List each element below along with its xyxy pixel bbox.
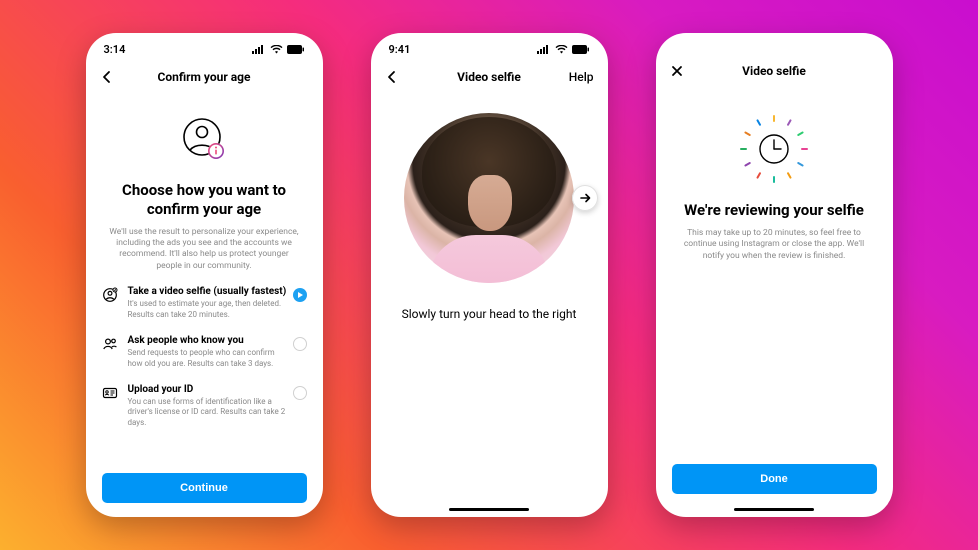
status-bar (656, 33, 893, 53)
nav-title: Video selfie (742, 64, 806, 78)
option-desc: It's used to estimate your age, then del… (128, 299, 289, 321)
id-card-icon (102, 385, 118, 405)
phone-video-selfie-capture: 9:41 Video selfie Help Slowly turn your … (371, 33, 608, 517)
hero-icon (102, 115, 307, 167)
home-indicator[interactable] (734, 508, 814, 512)
radio-unselected[interactable] (293, 337, 307, 351)
help-link[interactable]: Help (569, 70, 594, 84)
back-button[interactable] (100, 70, 114, 84)
turn-right-indicator (572, 185, 598, 211)
option-video-selfie[interactable]: Take a video selfie (usually fastest) It… (102, 286, 307, 321)
home-indicator[interactable] (449, 508, 529, 512)
option-desc: Send requests to people who can confirm … (128, 348, 289, 370)
option-upload-id[interactable]: Upload your ID You can use forms of iden… (102, 384, 307, 429)
person-info-icon (178, 115, 230, 167)
phone-reviewing-selfie: Video selfie We're reviewing your selfie… (656, 33, 893, 517)
page-subtext: This may take up to 20 minutes, so feel … (672, 228, 877, 262)
video-selfie-icon (102, 287, 118, 307)
nav-bar: Video selfie (656, 53, 893, 89)
nav-bar: Confirm your age (86, 59, 323, 95)
battery-icon (572, 45, 590, 54)
done-button[interactable]: Done (672, 464, 877, 494)
instruction-text: Slowly turn your head to the right (387, 307, 592, 321)
wifi-icon (270, 45, 283, 54)
content-area: Choose how you want to confirm your age … (86, 95, 323, 517)
option-desc: You can use forms of identification like… (128, 397, 289, 429)
page-heading: Choose how you want to confirm your age (102, 181, 307, 219)
nav-bar: Video selfie Help (371, 59, 608, 95)
option-title: Upload your ID (128, 384, 289, 395)
close-button[interactable] (670, 64, 684, 78)
selfie-preview (387, 105, 592, 303)
chevron-left-icon (100, 70, 114, 84)
status-time: 9:41 (389, 43, 411, 56)
option-title: Ask people who know you (128, 335, 289, 346)
signal-icon (252, 45, 266, 54)
chevron-left-icon (385, 70, 399, 84)
battery-icon (287, 45, 305, 54)
page-heading: We're reviewing your selfie (672, 201, 877, 220)
nav-title: Confirm your age (157, 70, 250, 84)
close-icon (670, 64, 684, 78)
continue-button[interactable]: Continue (102, 473, 307, 503)
arrow-right-icon (578, 191, 592, 205)
status-icons (537, 45, 590, 54)
content-area: Slowly turn your head to the right (371, 95, 608, 508)
phone-confirm-age: 3:14 Confirm your age Choose how you (86, 33, 323, 517)
page-subtext: We'll use the result to personalize your… (102, 227, 307, 273)
option-title: Take a video selfie (usually fastest) (128, 286, 289, 297)
wifi-icon (555, 45, 568, 54)
radio-unselected[interactable] (293, 386, 307, 400)
content-area: We're reviewing your selfie This may tak… (656, 89, 893, 508)
radio-selected[interactable] (293, 288, 307, 302)
status-icons (252, 45, 305, 54)
status-time: 3:14 (104, 43, 126, 56)
status-bar: 3:14 (86, 33, 323, 59)
status-bar: 9:41 (371, 33, 608, 59)
back-button[interactable] (385, 70, 399, 84)
selfie-camera-circle (404, 113, 574, 283)
people-icon (102, 336, 118, 356)
option-ask-people[interactable]: Ask people who know you Send requests to… (102, 335, 307, 370)
clock-loading-icon (738, 113, 810, 185)
nav-title: Video selfie (457, 70, 521, 84)
signal-icon (537, 45, 551, 54)
